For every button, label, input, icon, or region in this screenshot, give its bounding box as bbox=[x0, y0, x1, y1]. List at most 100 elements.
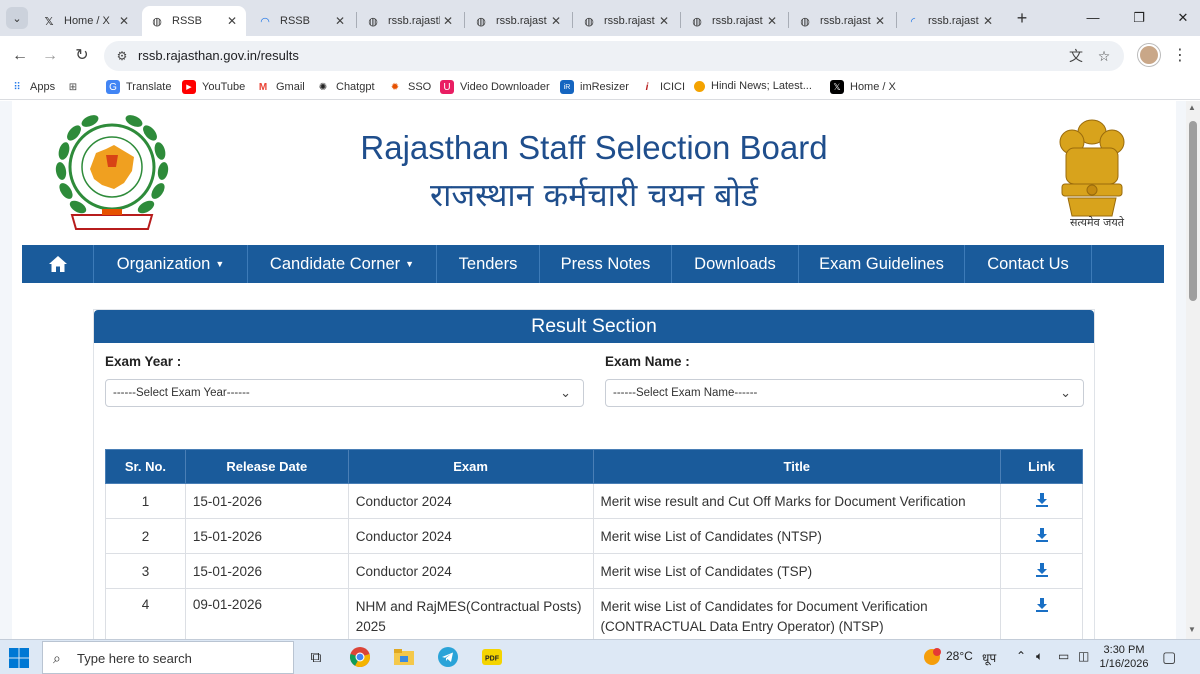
tab-search-button[interactable]: ⌄ bbox=[6, 7, 28, 29]
file-explorer-icon[interactable] bbox=[392, 645, 416, 669]
weather-description[interactable]: धूप bbox=[982, 649, 996, 666]
windows-taskbar: ⌕ Type here to search ⧉ PDF 28°C धूप ⌃ 🔈… bbox=[0, 639, 1200, 674]
chevron-down-icon: ⌄ bbox=[1060, 385, 1071, 400]
nav-candidate-corner[interactable]: Candidate Corner ▼ bbox=[248, 245, 437, 283]
browser-tab[interactable]: ◍ rssb.rajast ✕ bbox=[682, 6, 786, 36]
bookmark-hindi-news[interactable]: Hindi News; Latest... bbox=[694, 80, 812, 92]
browser-tab[interactable]: ◍ rssb.rajast ✕ bbox=[574, 6, 678, 36]
bookmark-x[interactable]: 𝕏 Home / X bbox=[830, 80, 896, 94]
link-cell bbox=[1000, 588, 1083, 639]
bookmark-imresizer[interactable]: iR imResizer bbox=[560, 80, 629, 94]
bookmark-translate[interactable]: G Translate bbox=[106, 80, 171, 94]
download-icon[interactable] bbox=[1034, 492, 1050, 508]
notification-icon[interactable]: ▢ bbox=[1162, 648, 1176, 666]
new-tab-button[interactable]: + bbox=[1012, 6, 1032, 30]
gmail-icon: M bbox=[258, 81, 268, 93]
bookmark-gmail[interactable]: M Gmail bbox=[256, 80, 305, 94]
nav-press-notes[interactable]: Press Notes bbox=[540, 245, 672, 283]
minimize-button[interactable]: — bbox=[1078, 6, 1108, 30]
scroll-down-arrow-icon[interactable]: ▼ bbox=[1188, 625, 1196, 634]
nav-label: Tenders bbox=[458, 254, 518, 273]
tab-divider bbox=[788, 12, 789, 28]
browser-tab[interactable]: 𝕏 Home / X ✕ bbox=[34, 6, 138, 36]
bookmark-tab-groups[interactable]: ⊞ bbox=[66, 80, 86, 94]
close-icon[interactable]: ✕ bbox=[980, 14, 996, 28]
bookmark-apps[interactable]: ⠿ Apps bbox=[10, 80, 55, 94]
back-button[interactable]: ← bbox=[8, 44, 32, 68]
browser-tab[interactable]: ◍ rssb.rajast ✕ bbox=[466, 6, 570, 36]
show-hidden-icons-icon[interactable]: ⌃ bbox=[1016, 649, 1026, 663]
browser-tab[interactable]: ◍ rssb.rajast ✕ bbox=[790, 6, 894, 36]
close-icon[interactable]: ✕ bbox=[116, 14, 132, 28]
windows-start-icon[interactable] bbox=[8, 647, 30, 669]
globe-icon: ◍ bbox=[692, 15, 702, 28]
bookmark-star-icon[interactable]: ☆ bbox=[1094, 47, 1114, 65]
close-icon[interactable]: ✕ bbox=[548, 14, 564, 28]
nav-tenders[interactable]: Tenders bbox=[437, 245, 540, 283]
volume-icon[interactable]: 🔈︎ bbox=[1036, 649, 1043, 664]
browser-tab-active[interactable]: ◍ RSSB ✕ bbox=[142, 6, 246, 36]
column-header-link: Link bbox=[1000, 449, 1083, 484]
scroll-up-arrow-icon[interactable]: ▲ bbox=[1188, 103, 1196, 112]
result-section-heading: Result Section bbox=[94, 310, 1094, 343]
close-icon[interactable]: ✕ bbox=[440, 14, 456, 28]
scrollbar-thumb[interactable] bbox=[1189, 121, 1197, 301]
network-icon[interactable]: ◫ bbox=[1078, 649, 1089, 663]
exam-cell: NHM and RajMES(Contractual Posts) 2025 bbox=[347, 588, 594, 639]
close-icon[interactable]: ✕ bbox=[224, 14, 240, 28]
telegram-icon[interactable] bbox=[436, 645, 460, 669]
download-icon[interactable] bbox=[1034, 527, 1050, 543]
reload-button[interactable]: ↻ bbox=[70, 44, 94, 68]
page-scrollbar[interactable]: ▲ ▼ bbox=[1186, 101, 1200, 639]
chrome-icon[interactable] bbox=[348, 645, 372, 669]
task-view-icon[interactable]: ⧉ bbox=[304, 645, 328, 669]
address-bar[interactable]: ⚙ rssb.rajasthan.gov.in/results 文 ☆ bbox=[104, 41, 1124, 71]
battery-icon[interactable]: ▭ bbox=[1058, 649, 1069, 663]
weather-sun-icon[interactable] bbox=[920, 645, 944, 669]
nav-label: Downloads bbox=[694, 254, 776, 273]
close-icon[interactable]: ✕ bbox=[764, 14, 780, 28]
pdf-app-icon[interactable]: PDF bbox=[480, 645, 504, 669]
restore-button[interactable]: ❐ bbox=[1124, 6, 1154, 30]
tab-title: rssb.rajast bbox=[604, 15, 655, 27]
sr-no-cell: 4 bbox=[105, 588, 186, 639]
exam-year-select[interactable]: ------Select Exam Year------ ⌄ bbox=[105, 379, 584, 407]
weather-temperature[interactable]: 28°C bbox=[946, 649, 973, 663]
browser-tab[interactable]: ◜ rssb.rajast ✕ bbox=[898, 6, 1002, 36]
system-clock[interactable]: 3:30 PM 1/16/2026 bbox=[1096, 643, 1152, 671]
icici-icon: i bbox=[645, 81, 649, 93]
bookmark-label: SSO bbox=[408, 81, 432, 93]
download-icon[interactable] bbox=[1034, 597, 1050, 613]
caret-down-icon: ▼ bbox=[405, 259, 415, 269]
forward-button[interactable]: → bbox=[38, 44, 62, 68]
close-icon[interactable]: ✕ bbox=[872, 14, 888, 28]
bookmark-video-downloader[interactable]: U Video Downloader bbox=[440, 80, 550, 94]
nav-exam-guidelines[interactable]: Exam Guidelines bbox=[799, 245, 965, 283]
exam-name-select[interactable]: ------Select Exam Name------ ⌄ bbox=[605, 379, 1084, 407]
clock-date: 1/16/2026 bbox=[1099, 658, 1149, 670]
bookmarks-bar: ⠿ Apps ⊞ G Translate ▶ YouTube M Gmail ✺… bbox=[0, 76, 1200, 100]
close-icon[interactable]: ✕ bbox=[656, 14, 672, 28]
nav-downloads[interactable]: Downloads bbox=[672, 245, 799, 283]
url-text[interactable]: rssb.rajasthan.gov.in/results bbox=[138, 48, 299, 63]
nav-organization[interactable]: Organization ▼ bbox=[94, 245, 248, 283]
release-date-cell: 09-01-2026 bbox=[184, 588, 349, 639]
browser-tab[interactable]: ◠ RSSB ✕ bbox=[250, 6, 354, 36]
browser-menu-icon[interactable]: ⋮ bbox=[1172, 44, 1188, 68]
bookmark-youtube[interactable]: ▶ YouTube bbox=[182, 80, 245, 94]
download-icon[interactable] bbox=[1034, 562, 1050, 578]
bookmark-icici[interactable]: i ICICI bbox=[640, 80, 685, 94]
site-info-icon[interactable]: ⚙ bbox=[114, 48, 130, 64]
browser-tab[interactable]: ◍ rssb.rajasth ✕ bbox=[358, 6, 462, 36]
nav-contact-us[interactable]: Contact Us bbox=[965, 245, 1092, 283]
bookmark-chatgpt[interactable]: ✺ Chatgpt bbox=[316, 80, 375, 94]
exam-cell: Conductor 2024 bbox=[347, 553, 594, 589]
bookmark-sso[interactable]: ✹ SSO bbox=[388, 80, 431, 94]
taskbar-search-box[interactable]: ⌕ Type here to search bbox=[42, 641, 294, 674]
window-close-button[interactable]: ✕ bbox=[1168, 6, 1198, 30]
profile-avatar[interactable] bbox=[1138, 44, 1160, 66]
nav-home[interactable] bbox=[22, 245, 94, 283]
translate-page-icon[interactable]: 文 bbox=[1066, 47, 1086, 65]
close-icon[interactable]: ✕ bbox=[332, 14, 348, 28]
taskbar-search-placeholder: Type here to search bbox=[77, 651, 192, 666]
